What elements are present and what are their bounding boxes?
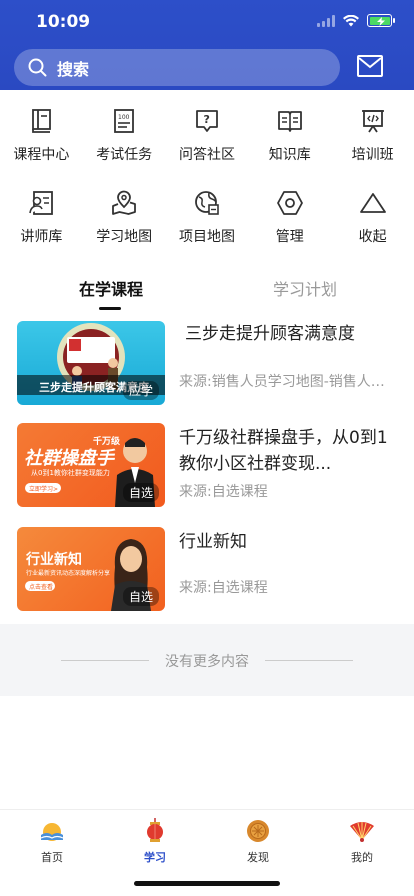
tabbar-item-home[interactable]: 首页 [22, 818, 82, 865]
no-more-text: 没有更多内容 [165, 654, 249, 670]
grid-label: 课程中心 [13, 147, 70, 163]
course-source: 来源:自选课程 [179, 580, 268, 596]
map-pin-icon [112, 190, 137, 215]
grid-item-exam-tasks[interactable]: 100 考试任务 [83, 100, 166, 182]
exam-icon: 100 [114, 109, 135, 133]
search-input[interactable]: 搜索 [14, 49, 340, 86]
thumbnail-button: 点击查看 [29, 584, 54, 591]
thumbnail-title: 行业新知 [26, 552, 82, 568]
presentation-icon [361, 110, 384, 133]
course-thumbnail: 千万级 社群操盘手 从0到1教你社群变现能力 立即学习> 自选 [17, 423, 165, 507]
grid-item-project-map[interactable]: 项目地图 [166, 182, 249, 264]
grid-item-management[interactable]: 管理 [248, 182, 331, 264]
grid-item-course-center[interactable]: 课程中心 [0, 100, 83, 182]
course-thumbnail: 行业新知 行业最新资讯动态深度解析分享 点击查看 自选 [17, 527, 165, 611]
grid-label: 讲师库 [20, 229, 63, 245]
tab-underline [99, 307, 121, 310]
course-tabs: 在学课程 学习计划 [0, 268, 414, 310]
grid-item-training-class[interactable]: 培训班 [331, 100, 414, 182]
status-icons [317, 14, 395, 27]
grid-label: 问答社区 [178, 147, 235, 163]
tab-learning-courses[interactable]: 在学课程 [79, 276, 143, 300]
thumbnail-title: 社群操盘手 [24, 448, 114, 469]
grid-label: 知识库 [268, 147, 311, 163]
book-icon [32, 109, 52, 133]
no-more-content: 没有更多内容 [0, 624, 414, 696]
course-badge: 自选 [122, 483, 159, 502]
hexagon-gear-icon [276, 191, 303, 215]
grid-label: 考试任务 [96, 147, 153, 163]
grid-item-lecturer-library[interactable]: 讲师库 [0, 182, 83, 264]
grid-label: 学习地图 [96, 229, 153, 245]
lecturer-icon [29, 191, 54, 215]
signal-icon [317, 14, 335, 27]
tabbar-label: 发现 [247, 851, 269, 864]
course-thumbnail: 三步走提升顾客满意度 应学 [17, 321, 165, 405]
divider-right [265, 660, 353, 661]
home-indicator [134, 881, 280, 886]
grid-item-collapse[interactable]: 收起 [331, 182, 414, 264]
grid-label: 项目地图 [178, 229, 235, 245]
course-source: 来源:销售人员学习地图-销售人员学习地图 [179, 374, 395, 390]
feature-grid: 课程中心 100 考试任务 ? 问答社区 知识库 培训班 讲师库 学习地图 项目… [0, 100, 414, 264]
grid-item-knowledge-base[interactable]: 知识库 [248, 100, 331, 182]
question-icon: ? [196, 110, 218, 132]
grid-label: 管理 [275, 229, 304, 245]
course-item[interactable]: 千万级 社群操盘手 从0到1教你社群变现能力 立即学习> 自选 千万级社群操盘手… [17, 423, 397, 507]
collapse-triangle-icon [359, 193, 386, 213]
tabbar-label: 我的 [351, 851, 373, 864]
course-title: 行业新知 [179, 532, 247, 552]
battery-icon [367, 14, 395, 27]
open-book-icon [277, 111, 302, 132]
grid-item-qa-community[interactable]: ? 问答社区 [166, 100, 249, 182]
mail-icon[interactable] [357, 55, 383, 77]
svg-text:100: 100 [118, 114, 130, 121]
tabbar-label: 首页 [41, 851, 63, 864]
grid-label: 培训班 [351, 147, 394, 163]
svg-text:?: ? [203, 113, 209, 126]
thumbnail-button: 立即学习> [29, 486, 59, 493]
course-title: 三步走提升顾客满意度 [185, 324, 355, 344]
globe-icon [195, 191, 219, 215]
lantern-icon [147, 818, 163, 842]
search-icon [28, 58, 47, 77]
search-placeholder: 搜索 [57, 59, 90, 79]
thumbnail-subtitle: 从0到1教你社群变现能力 [31, 469, 110, 477]
course-item[interactable]: 行业新知 行业最新资讯动态深度解析分享 点击查看 自选 行业新知 来源:自选课程 [17, 527, 397, 611]
course-badge: 应学 [122, 381, 159, 400]
fan-icon [350, 822, 374, 842]
course-source: 来源:自选课程 [179, 484, 268, 500]
wifi-icon [343, 14, 359, 26]
tabbar-item-learning[interactable]: 学习 [125, 818, 185, 865]
tabbar-label: 学习 [144, 851, 166, 864]
course-title: 千万级社群操盘手，从0到1教你小区社群变现... [179, 428, 388, 474]
grid-item-learning-map[interactable]: 学习地图 [83, 182, 166, 264]
tab-learning-plan[interactable]: 学习计划 [273, 276, 337, 300]
course-badge: 自选 [122, 587, 159, 606]
grid-label: 收起 [358, 229, 387, 245]
thumbnail-subtitle: 行业最新资讯动态深度解析分享 [26, 570, 111, 577]
course-item[interactable]: 三步走提升顾客满意度 应学 三步走提升顾客满意度 来源:销售人员学习地图-销售人… [17, 321, 397, 405]
status-time: 10:09 [36, 12, 91, 32]
mooncake-icon [247, 820, 269, 842]
home-sunrise-icon [40, 823, 64, 841]
tabbar-item-discover[interactable]: 发现 [228, 818, 288, 865]
tabbar-item-mine[interactable]: 我的 [332, 818, 392, 865]
app-header: 10:09 搜索 [0, 0, 414, 90]
